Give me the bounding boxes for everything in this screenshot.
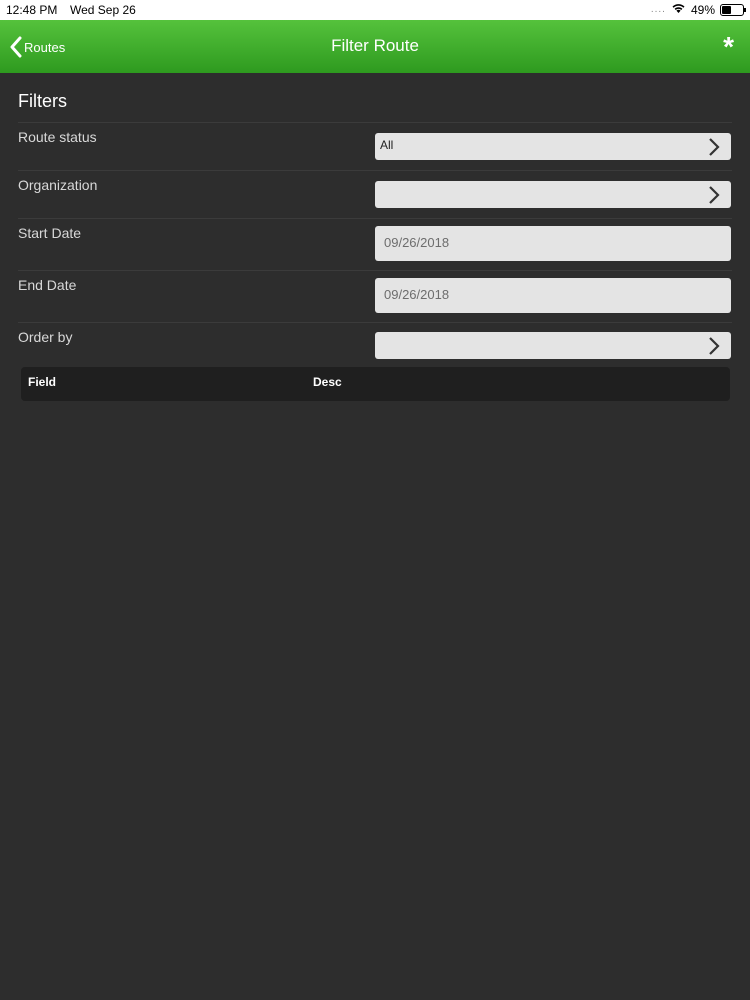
status-time: 12:48 PM	[6, 3, 58, 17]
route-status-value: All	[380, 138, 394, 152]
organization-selector[interactable]	[375, 181, 731, 208]
filters-heading: Filters	[18, 91, 67, 111]
battery-level	[722, 5, 731, 14]
route-status-selector[interactable]: All	[375, 133, 731, 160]
start-date-field[interactable]: 09/26/2018	[375, 226, 731, 261]
order-table-header: Field Desc	[21, 367, 730, 401]
chevron-right-icon	[708, 137, 720, 160]
nav-bar: Routes Filter Route *	[0, 20, 750, 73]
end-date-value: 09/26/2018	[384, 287, 450, 302]
chevron-right-icon	[708, 185, 720, 208]
route-status-label: Route status	[18, 129, 97, 145]
end-date-label: End Date	[18, 277, 77, 293]
status-bar: 12:48 PM Wed Sep 26 .... 49%	[0, 0, 750, 20]
order-by-selector[interactable]	[375, 332, 731, 359]
battery-percent: 49%	[690, 2, 715, 17]
end-date-row: End Date 09/26/2018	[18, 270, 732, 323]
asterisk-button[interactable]: *	[723, 33, 734, 61]
signal-icon: ....	[650, 4, 666, 15]
start-date-value: 09/26/2018	[384, 235, 450, 250]
start-date-row: Start Date 09/26/2018	[18, 218, 732, 271]
status-date: Wed Sep 26	[70, 3, 136, 17]
route-status-row: Route status All	[18, 122, 732, 171]
start-date-label: Start Date	[18, 225, 82, 241]
wifi-icon	[671, 2, 686, 17]
status-indicators: .... 49%	[650, 2, 746, 17]
column-header-desc: Desc	[313, 375, 342, 389]
order-by-label: Order by	[18, 329, 73, 345]
order-by-row: Order by	[18, 322, 732, 367]
column-header-field: Field	[28, 375, 57, 389]
battery-icon	[720, 3, 746, 16]
chevron-right-icon	[708, 336, 720, 359]
end-date-field[interactable]: 09/26/2018	[375, 278, 731, 313]
organization-row: Organization	[18, 170, 732, 219]
organization-label: Organization	[18, 177, 98, 193]
page-title: Filter Route	[331, 36, 419, 55]
